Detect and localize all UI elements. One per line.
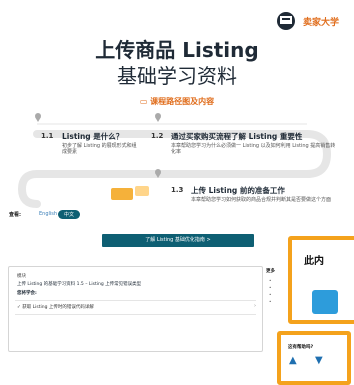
card-title: 上传 Listing 的基础学习资料 1.5 – Listing 上传常见错误类… bbox=[17, 282, 142, 287]
feedback-title: 这有帮助吗? bbox=[288, 345, 314, 350]
card-section-heading: 您将学会: bbox=[17, 291, 37, 296]
card-list-item[interactable]: ✓ 获取 Listing 上传时的错误代码详解 bbox=[17, 304, 94, 310]
language-chinese-toggle[interactable]: 中文 bbox=[58, 210, 81, 219]
step-description: 初步了解 Listing 的展现形式和组成要素 bbox=[62, 143, 137, 156]
thumbs-up-icon[interactable]: ▲ bbox=[289, 355, 299, 366]
brand[interactable]: 卖家大学 bbox=[273, 10, 339, 32]
thumbs-up-icon[interactable] bbox=[312, 290, 338, 314]
location-pin-icon bbox=[35, 113, 41, 122]
chevron-right-icon[interactable]: › bbox=[254, 303, 256, 309]
feedback-widget: 这有帮助吗? ▲ ▼ bbox=[277, 331, 351, 385]
sidebar-bullet[interactable]: • bbox=[269, 278, 271, 283]
step-number: 1.3 bbox=[171, 186, 184, 194]
card-caption: 模块 bbox=[17, 274, 26, 279]
page-title: 上传商品 Listing bbox=[95, 38, 259, 62]
language-label: 查看: bbox=[9, 212, 21, 218]
sidebar-bullet[interactable]: • bbox=[269, 285, 271, 290]
card-divider bbox=[15, 300, 256, 301]
step-description: 本章帮助您学习如何获取的商品合规并判断其是否要做这个方面 bbox=[191, 197, 332, 203]
location-pin-icon bbox=[155, 113, 161, 122]
step-description: 本章帮助您学习为什么必须做一 Listing 以及如何利用 Listing 提高… bbox=[171, 143, 336, 156]
sidebar-heading: 更多 bbox=[266, 269, 275, 274]
step-number: 1.1 bbox=[41, 132, 54, 140]
roadmap-heading: ▭ 课程路径图及内容 bbox=[7, 96, 347, 107]
cta-button[interactable]: 了解 Listing 基础优化指南 > bbox=[102, 234, 254, 247]
feedback-popup-zoomed: 此内 bbox=[288, 236, 354, 324]
step-number: 1.2 bbox=[151, 132, 164, 140]
step-title: 上传 Listing 前的准备工作 bbox=[191, 186, 285, 195]
location-pin-icon bbox=[155, 169, 161, 178]
hero-banner: 卖家大学 上传商品 Listing 基础学习资料 ▭ 课程路径图及内容 1.1 … bbox=[7, 4, 347, 208]
brand-logo-icon bbox=[276, 12, 295, 30]
brand-name: 卖家大学 bbox=[302, 17, 339, 28]
roadmap-label: 课程路径图及内容 bbox=[150, 97, 215, 106]
step-title: Listing 是什么？ bbox=[62, 132, 124, 141]
step-title: 通过买家购买流程了解 Listing 重要性 bbox=[171, 132, 303, 141]
module-card: 模块 上传 Listing 的基础学习资料 1.5 – Listing 上传常见… bbox=[8, 266, 263, 352]
thumbs-down-icon[interactable]: ▼ bbox=[315, 355, 325, 366]
card-divider bbox=[15, 314, 256, 315]
feedback-title-zoomed: 此内 bbox=[304, 256, 324, 267]
sidebar-bullet[interactable]: • bbox=[269, 299, 271, 304]
roadmap-icon: ▭ bbox=[139, 97, 151, 106]
page-subtitle: 基础学习资料 bbox=[117, 64, 237, 88]
sidebar-bullet[interactable]: • bbox=[269, 292, 271, 297]
